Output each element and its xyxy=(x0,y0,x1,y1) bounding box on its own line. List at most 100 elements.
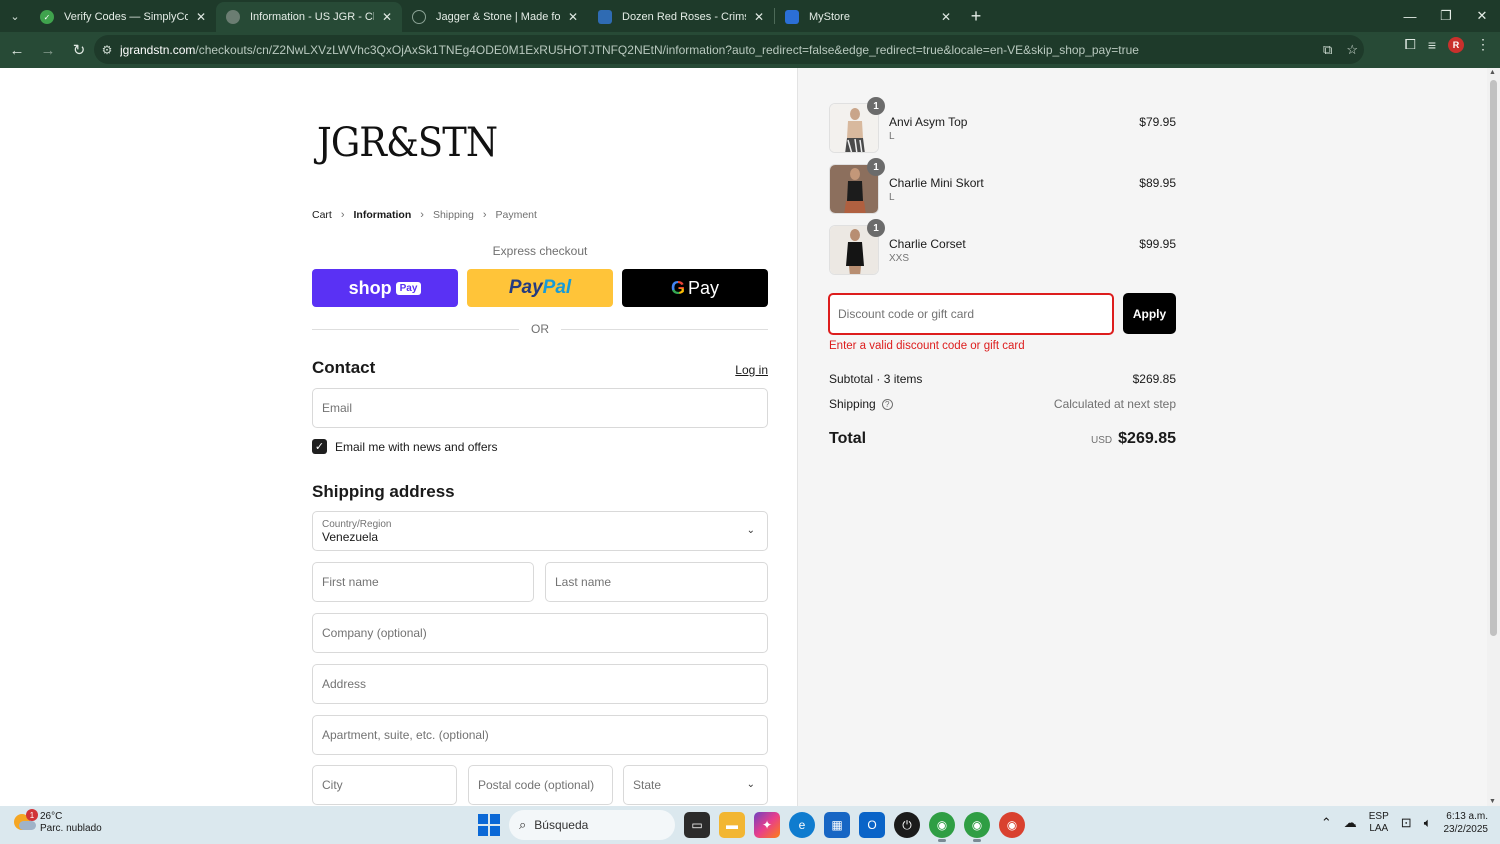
news-checkbox[interactable]: ✓ xyxy=(312,439,327,454)
power-app-icon[interactable]: ⏻ xyxy=(894,812,920,838)
country-value: Venezuela xyxy=(322,529,379,544)
paypal-button[interactable]: Pay Pal xyxy=(467,269,613,307)
microsoft-store-icon[interactable]: ▦ xyxy=(824,812,850,838)
outlook-icon[interactable]: O xyxy=(859,812,885,838)
tab-checkout[interactable]: Information - US JGR - Checkout ✕ xyxy=(216,2,402,32)
shipping-address-heading: Shipping address xyxy=(312,482,455,501)
chevron-right-icon: › xyxy=(420,209,424,221)
apartment-field[interactable]: Apartment, suite, etc. (optional) xyxy=(312,715,768,755)
city-field[interactable]: City xyxy=(312,765,457,805)
state-select[interactable]: State ⌄ xyxy=(623,765,768,805)
breadcrumb: Cart › Information › Shipping › Payment xyxy=(312,209,537,221)
weather-badge: 1 xyxy=(26,809,38,821)
scroll-down-arrow-icon[interactable]: ▼ xyxy=(1489,798,1496,805)
help-question-icon[interactable]: ? xyxy=(881,399,893,411)
express-checkout-title: Express checkout xyxy=(492,244,588,258)
extensions-puzzle-icon[interactable]: ⧠ xyxy=(1405,36,1416,53)
tab-simplycodes[interactable]: ✓ Verify Codes — SimplyCodes ✕ xyxy=(30,2,216,32)
checkout-page: JGR&STN Cart › Information › Shipping › … xyxy=(0,68,1500,806)
first-name-field[interactable]: First name xyxy=(312,562,534,602)
email-field[interactable]: Email xyxy=(312,388,768,428)
new-tab-plus-icon[interactable]: + xyxy=(961,6,991,27)
apply-button[interactable]: Apply xyxy=(1123,293,1176,334)
state-label: State xyxy=(633,778,662,792)
chrome-active-profile-icon[interactable]: ◉ xyxy=(999,812,1025,838)
shop-pay-label: shop xyxy=(348,277,392,298)
back-arrow-icon[interactable]: ← xyxy=(3,36,31,64)
chrome-profile-icon[interactable]: ◉ xyxy=(964,812,990,842)
url-text[interactable]: jgrandstn.com/checkouts/cn/Z2NwLXVzLWVhc… xyxy=(120,43,1139,57)
breadcrumb-cart[interactable]: Cart xyxy=(312,209,332,221)
google-pay-button[interactable]: G Pay xyxy=(622,269,768,307)
file-explorer-icon[interactable]: ▬ xyxy=(719,812,745,838)
total-row: Total USD $269.85 xyxy=(829,430,1176,448)
company-field[interactable]: Company (optional) xyxy=(312,613,768,653)
discount-placeholder: Discount code or gift card xyxy=(838,307,975,321)
paypal-label-pal: Pal xyxy=(542,277,572,298)
language-code: ESP xyxy=(1368,811,1389,822)
address-field[interactable]: Address xyxy=(312,664,768,704)
windows-start-icon[interactable] xyxy=(478,814,500,836)
weather-condition: Parc. nublado xyxy=(40,823,102,834)
chevron-up-icon[interactable]: ⌃ xyxy=(1321,815,1332,831)
task-view-icon[interactable]: ▭ xyxy=(684,812,710,838)
profile-avatar[interactable]: R xyxy=(1448,36,1464,53)
browser-menu-icon[interactable]: ⋮ xyxy=(1476,36,1490,53)
close-tab-icon[interactable]: ✕ xyxy=(941,10,951,24)
chevron-down-icon: ⌄ xyxy=(746,779,755,790)
breadcrumb-payment: Payment xyxy=(495,209,537,221)
close-window-icon[interactable]: ✕ xyxy=(1464,0,1500,32)
translate-icon[interactable]: ⧉ xyxy=(1323,42,1332,58)
onedrive-offline-icon[interactable]: ☁ xyxy=(1344,815,1357,831)
cart-item: 1 Charlie Mini Skort L $89.95 xyxy=(829,158,1176,216)
windows-taskbar: 1 26°C Parc. nublado ⌕ Búsqueda ▭ ▬ ✦ e … xyxy=(0,806,1500,844)
login-link[interactable]: Log in xyxy=(735,363,768,377)
shop-pay-badge: Pay xyxy=(395,281,422,295)
cart-item: 1 Anvi Asym Top L $79.95 xyxy=(829,97,1176,155)
jagger-stone-favicon-icon xyxy=(412,10,426,24)
store-logo[interactable]: JGR&STN xyxy=(317,120,498,166)
site-info-icon[interactable]: ⚙ xyxy=(94,43,120,57)
volume-icon[interactable]: 🔈︎ xyxy=(1424,815,1432,831)
copilot-icon[interactable]: ✦ xyxy=(754,812,780,838)
bookmark-star-icon[interactable]: ☆ xyxy=(1346,42,1358,58)
address-bar[interactable]: ⚙ jgrandstn.com/checkouts/cn/Z2NwLXVzLWV… xyxy=(94,35,1364,64)
minimize-icon[interactable]: — xyxy=(1392,0,1428,32)
close-tab-icon[interactable]: ✕ xyxy=(382,10,392,24)
discount-code-input[interactable]: Discount code or gift card xyxy=(828,293,1114,335)
tab-title: Verify Codes — SimplyCodes xyxy=(64,11,188,23)
close-tab-icon[interactable]: ✕ xyxy=(196,10,206,24)
close-tab-icon[interactable]: ✕ xyxy=(568,10,578,24)
country-select[interactable]: Country/Region Venezuela ⌄ xyxy=(312,511,768,551)
news-opt-in[interactable]: ✓ Email me with news and offers xyxy=(312,439,498,454)
chrome-icon[interactable]: ◉ xyxy=(929,812,955,842)
tab-mystore[interactable]: MyStore ✕ xyxy=(775,2,961,32)
reload-icon[interactable]: ↻ xyxy=(65,36,93,64)
page-scrollbar[interactable]: ▲ ▼ xyxy=(1487,68,1500,806)
media-queue-icon[interactable]: ≡ xyxy=(1428,37,1436,53)
language-indicator[interactable]: ESP LAA xyxy=(1369,811,1389,835)
keyboard-layout: LAA xyxy=(1369,823,1389,834)
postal-code-field[interactable]: Postal code (optional) xyxy=(468,765,613,805)
shop-pay-button[interactable]: shop Pay xyxy=(312,269,458,307)
tab-red-roses[interactable]: Dozen Red Roses - Crimson Ro ✕ xyxy=(588,2,774,32)
subtotal-label: Subtotal · 3 items xyxy=(829,372,923,386)
breadcrumb-information: Information xyxy=(353,209,412,221)
tab-jagger-stone[interactable]: Jagger & Stone | Made for Bad ✕ xyxy=(402,2,588,32)
forward-arrow-icon[interactable]: → xyxy=(34,36,62,64)
chevron-right-icon: › xyxy=(482,209,487,221)
edge-browser-icon[interactable]: e xyxy=(789,812,815,838)
network-icon[interactable]: ⊡ xyxy=(1401,815,1412,831)
taskbar-search[interactable]: ⌕ Búsqueda xyxy=(509,810,675,840)
clock[interactable]: 6:13 a.m. 23/2/2025 xyxy=(1444,810,1489,836)
last-name-field[interactable]: Last name xyxy=(545,562,768,602)
close-tab-icon[interactable]: ✕ xyxy=(754,10,764,24)
roses-favicon-icon xyxy=(598,10,612,24)
shipping-value: Calculated at next step xyxy=(1053,397,1176,411)
scroll-up-arrow-icon[interactable]: ▲ xyxy=(1489,69,1496,76)
city-placeholder: City xyxy=(322,778,343,792)
tab-search-icon[interactable]: ⌄ xyxy=(0,0,30,32)
restore-icon[interactable]: ❐ xyxy=(1428,0,1464,32)
weather-widget[interactable]: 1 26°C Parc. nublado xyxy=(14,809,102,835)
scrollbar-thumb[interactable] xyxy=(1490,80,1497,636)
